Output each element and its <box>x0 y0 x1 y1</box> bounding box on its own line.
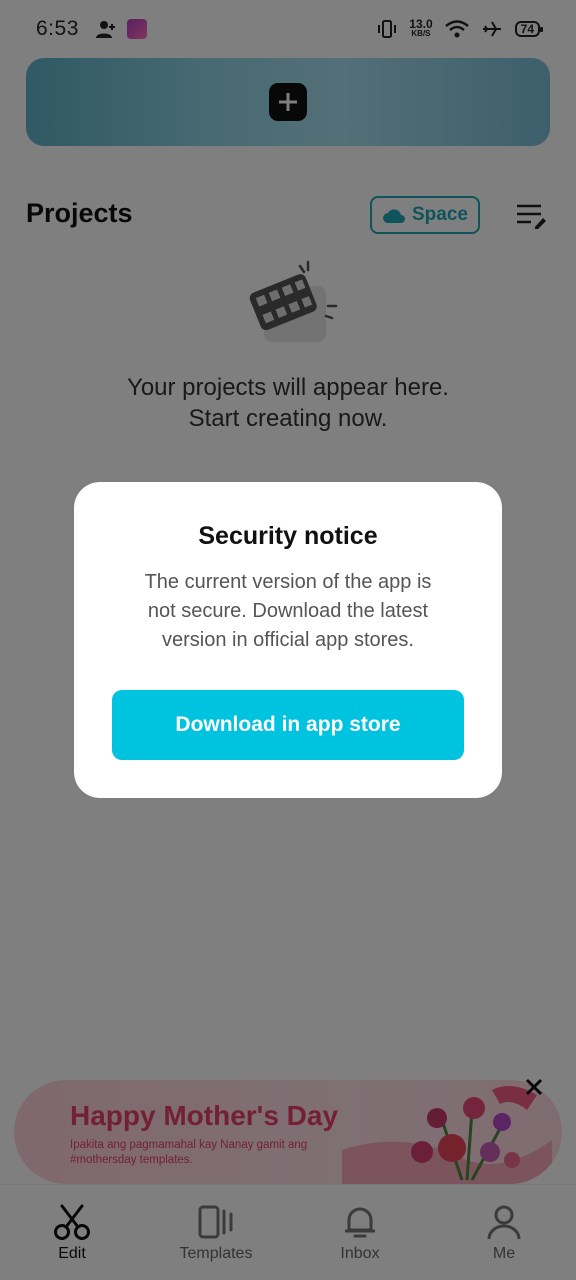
security-notice-dialog: Security notice The current version of t… <box>74 482 502 798</box>
dialog-message-line-1: The current version of the app is <box>144 571 432 593</box>
app-screen: 6:53 13.0 KB/S <box>0 0 576 1280</box>
dialog-title: Security notice <box>198 522 378 550</box>
dialog-message-line-2: not secure. Download the latest <box>147 600 429 622</box>
dialog-message-line-3: version in official app stores. <box>162 629 414 651</box>
dialog-message: The current version of the app is not se… <box>114 568 462 655</box>
download-app-store-button[interactable]: Download in app store <box>112 690 464 760</box>
